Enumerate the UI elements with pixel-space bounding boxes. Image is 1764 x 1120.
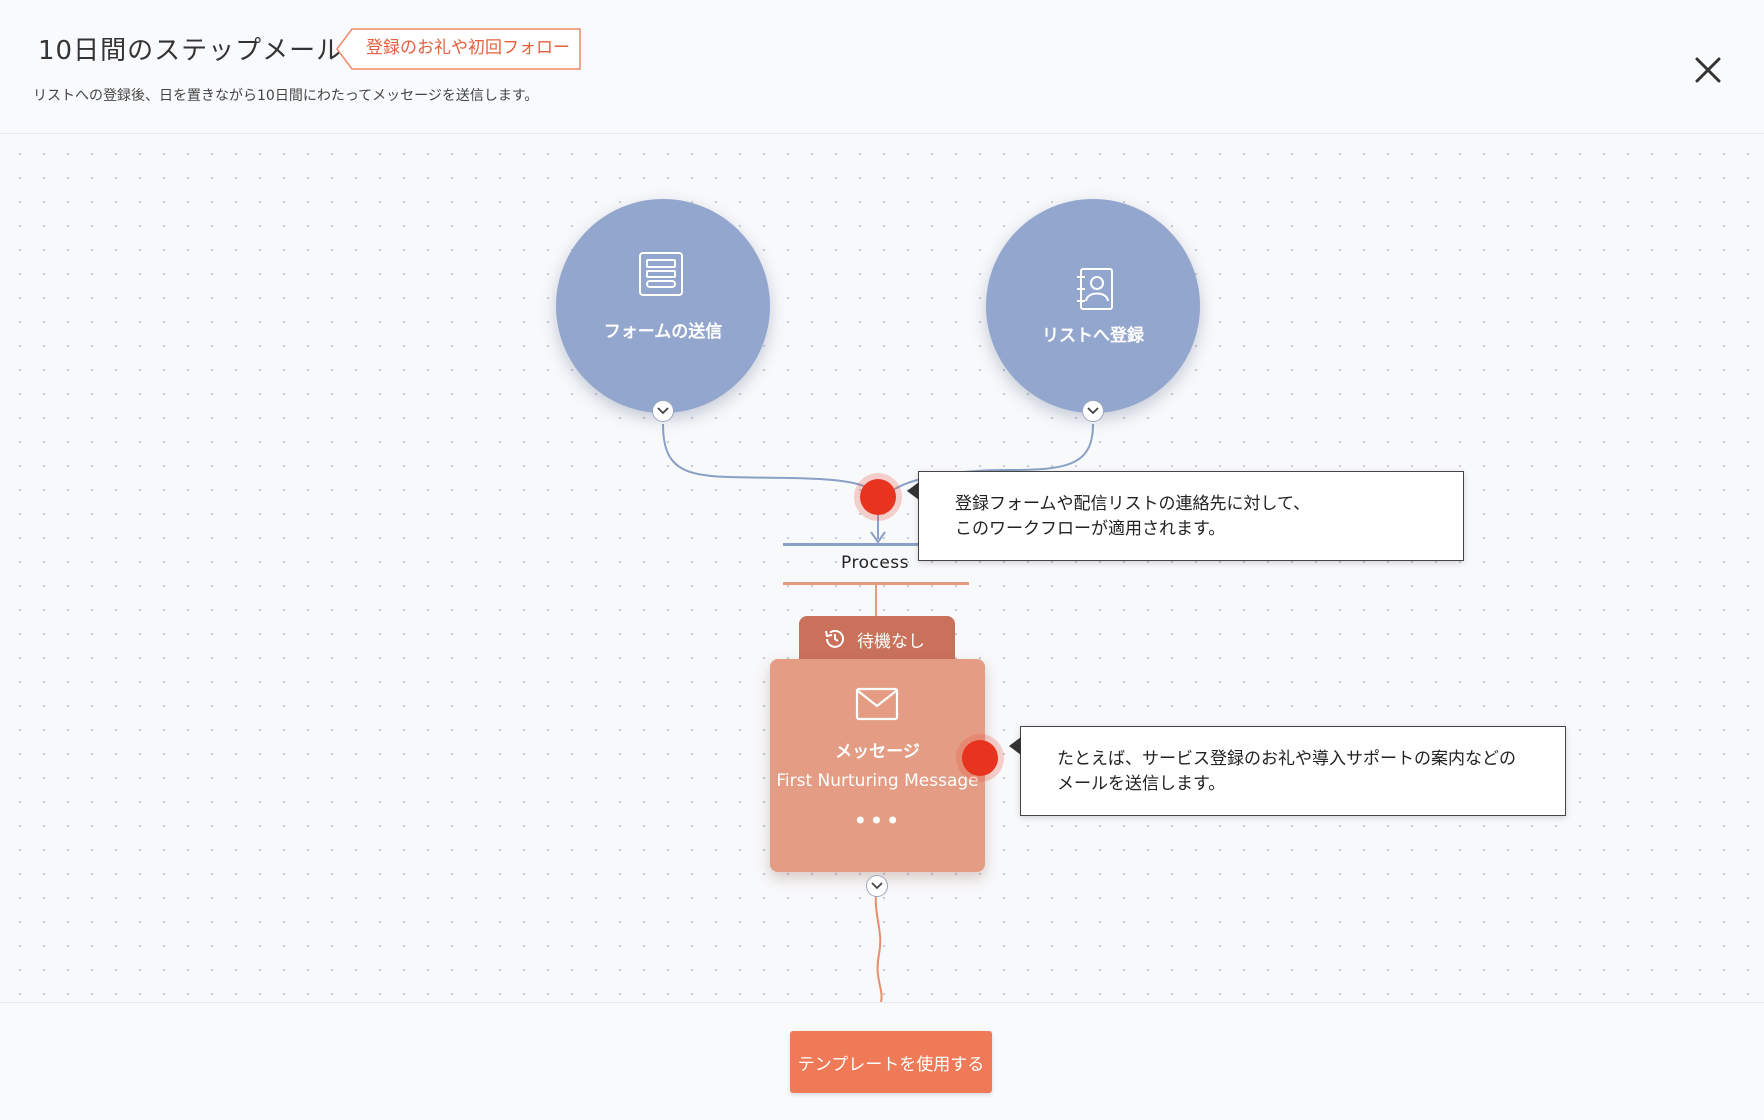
chevron-down-icon bbox=[657, 407, 669, 415]
expand-trigger-form-button[interactable] bbox=[652, 400, 674, 422]
trigger-form-submission[interactable]: フォームの送信 bbox=[556, 199, 770, 413]
trigger-info-hotspot[interactable] bbox=[860, 479, 896, 515]
message-step-card[interactable]: メッセージ First Nurturing Message ••• bbox=[770, 659, 985, 872]
process-label: Process bbox=[841, 553, 909, 573]
callout-pointer bbox=[907, 482, 919, 500]
callout-line: 登録フォームや配信リストの連絡先に対して、 bbox=[955, 494, 1311, 514]
message-info-hotspot[interactable] bbox=[962, 740, 998, 776]
use-template-button[interactable]: テンプレートを使用する bbox=[790, 1031, 992, 1093]
template-header: 10日間のステップメール 登録のお礼や初回フォロー リストへの登録後、日を置きな… bbox=[0, 0, 1764, 134]
message-info-callout: たとえば、サービス登録のお礼や導入サポートの案内などの メールを送信します。 bbox=[1009, 726, 1566, 816]
mail-icon bbox=[855, 687, 899, 721]
history-icon bbox=[825, 629, 844, 648]
callout-line: このワークフローが適用されます。 bbox=[955, 519, 1226, 539]
trigger-add-to-list[interactable]: リストへ登録 bbox=[986, 199, 1200, 413]
more-icon[interactable]: ••• bbox=[770, 807, 985, 835]
callout-line: たとえば、サービス登録のお礼や導入サポートの案内などの bbox=[1057, 749, 1516, 769]
template-tag: 登録のお礼や初回フォロー bbox=[336, 28, 582, 70]
form-icon bbox=[639, 252, 683, 296]
trigger-label: リストへ登録 bbox=[1042, 326, 1144, 346]
wait-label: 待機なし bbox=[857, 632, 925, 652]
template-description: リストへの登録後、日を置きながら10日間にわたってメッセージを送信します。 bbox=[33, 88, 539, 104]
template-tag-label: 登録のお礼や初回フォロー bbox=[366, 38, 570, 58]
callout-pointer bbox=[1009, 737, 1021, 755]
trigger-label: フォームの送信 bbox=[603, 322, 723, 342]
workflow-canvas: フォームの送信 リストへ登録 登録フォームや配信リストの連絡先に対して、 このワ… bbox=[0, 134, 1764, 1002]
expand-message-step-button[interactable] bbox=[866, 875, 888, 897]
step-type-label: メッセージ bbox=[835, 742, 920, 762]
expand-trigger-list-button[interactable] bbox=[1082, 400, 1104, 422]
close-button[interactable] bbox=[1688, 50, 1728, 90]
template-footer: テンプレートを使用する bbox=[0, 1002, 1764, 1120]
template-title: 10日間のステップメール bbox=[38, 36, 344, 66]
chevron-down-icon bbox=[871, 882, 883, 890]
step-name: First Nurturing Message bbox=[776, 771, 979, 791]
contact-list-icon bbox=[1077, 268, 1113, 310]
callout-line: メールを送信します。 bbox=[1057, 774, 1226, 794]
close-icon bbox=[1695, 57, 1721, 83]
wait-step-tab[interactable]: 待機なし bbox=[799, 616, 955, 660]
trigger-info-callout: 登録フォームや配信リストの連絡先に対して、 このワークフローが適用されます。 bbox=[907, 471, 1464, 561]
chevron-down-icon bbox=[1087, 407, 1099, 415]
